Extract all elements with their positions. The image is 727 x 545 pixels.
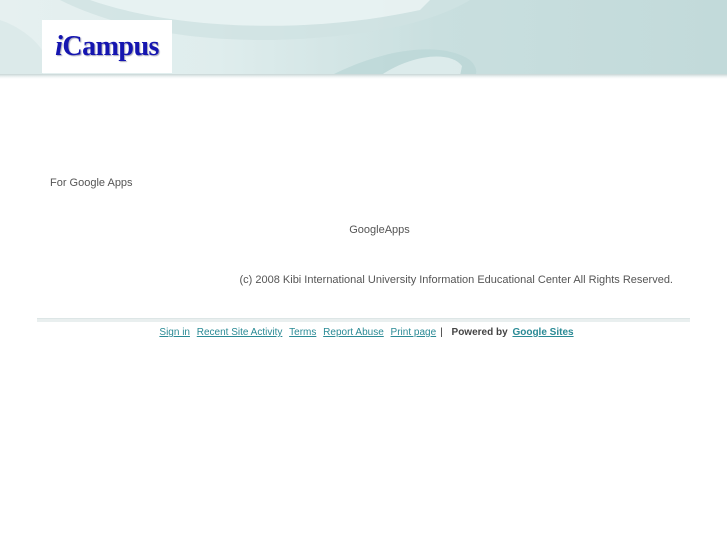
footer-divider [37,318,690,322]
logo-text: iCampus [55,30,159,62]
site-header: iCampus [0,0,727,76]
google-sites-link[interactable]: Google Sites [512,327,573,338]
report-abuse-link[interactable]: Report Abuse [323,327,384,338]
site-tagline: For Google Apps [50,177,133,189]
page-content-text: GoogleApps [349,224,410,236]
print-page-link[interactable]: Print page [391,327,437,338]
header-divider [0,74,727,79]
powered-by-label: Powered by [451,327,508,338]
footer-separator: | [440,327,443,338]
terms-link[interactable]: Terms [289,327,316,338]
recent-site-activity-link[interactable]: Recent Site Activity [197,327,283,338]
site-footer: Sign in Recent Site Activity Terms Repor… [0,327,727,338]
sign-in-link[interactable]: Sign in [159,327,190,338]
copyright-notice: (c) 2008 Kibi International University I… [239,274,674,286]
site-logo[interactable]: iCampus [42,20,172,73]
